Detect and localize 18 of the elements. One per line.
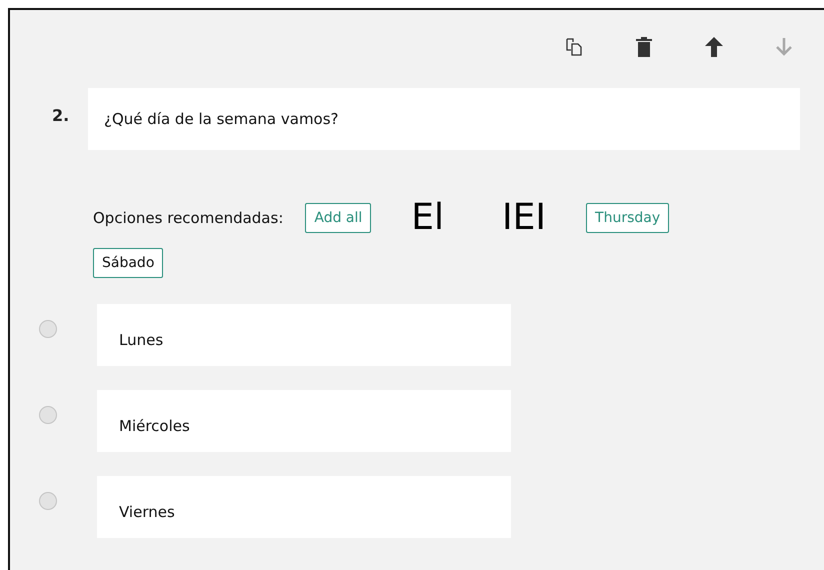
rendering-glyph: El: [410, 200, 446, 236]
suggestion-button[interactable]: Thursday: [586, 203, 670, 233]
question-number: 2.: [52, 105, 70, 125]
trash-icon: [636, 37, 652, 57]
question-field[interactable]: ¿Qué día de la semana vamos?: [88, 88, 800, 150]
radio-button[interactable]: [39, 406, 57, 424]
suggestions-label: Opciones recomendadas:: [93, 209, 284, 227]
radio-button[interactable]: [39, 320, 57, 338]
suggestion-button[interactable]: Sábado: [93, 248, 164, 278]
option-field[interactable]: Viernes: [97, 476, 511, 538]
arrow-up-icon: [705, 37, 723, 57]
radio-button[interactable]: [39, 492, 57, 510]
suggestion-button[interactable]: Add all: [305, 203, 372, 233]
rendering-glyph: IEI: [501, 200, 548, 236]
arrow-down-icon: [776, 38, 792, 56]
option-field[interactable]: Miércoles: [97, 390, 511, 452]
option-field[interactable]: Lunes: [97, 304, 511, 366]
copy-icon: [566, 38, 582, 56]
